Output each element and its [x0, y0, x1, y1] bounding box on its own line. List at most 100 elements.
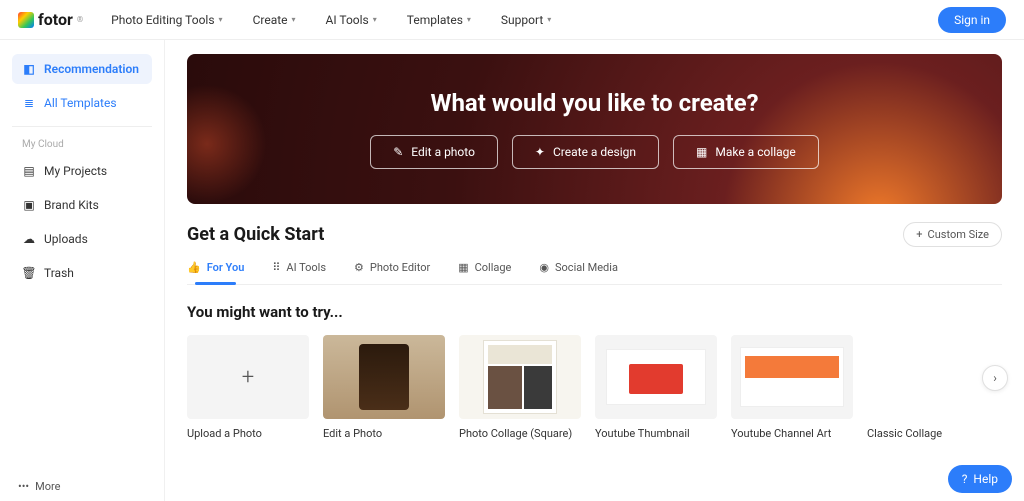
hero-banner: What would you like to create? ✎ Edit a p…	[187, 54, 1002, 204]
card-thumbnail	[731, 335, 853, 419]
create-design-button[interactable]: ✦ Create a design	[512, 135, 659, 169]
help-icon: ?	[962, 472, 968, 486]
category-tabs: 👍 For You ⠿ AI Tools ⚙ Photo Editor ▦ Collag…	[187, 261, 1002, 285]
hero-buttons: ✎ Edit a photo ✦ Create a design ▦ Make a c…	[370, 135, 819, 169]
edit-photo-button[interactable]: ✎ Edit a photo	[370, 135, 498, 169]
nav-photo-editing[interactable]: Photo Editing Tools ▾	[111, 13, 222, 27]
card-thumbnail	[459, 335, 581, 419]
card-thumbnail	[867, 335, 989, 419]
nav-support[interactable]: Support ▾	[501, 13, 551, 27]
nav-label: AI Tools	[326, 13, 369, 27]
chevron-down-icon: ▾	[373, 15, 377, 24]
tab-ai-tools[interactable]: ⠿ AI Tools	[272, 261, 326, 284]
tab-label: Photo Editor	[370, 261, 430, 274]
nav-label: Support	[501, 13, 543, 27]
card-photo-collage-square[interactable]: Photo Collage (Square)	[459, 335, 581, 440]
chevron-down-icon: ▾	[292, 15, 296, 24]
tab-label: AI Tools	[286, 261, 326, 274]
button-label: Make a collage	[715, 145, 795, 159]
card-label: Edit a Photo	[323, 427, 445, 440]
button-label: Edit a photo	[411, 145, 475, 159]
grid-dots-icon: ⠿	[272, 261, 280, 274]
thumbs-up-icon: 👍	[187, 261, 201, 274]
top-nav: fotor® Photo Editing Tools ▾ Create ▾ AI T…	[0, 0, 1024, 40]
try-section-title: You might want to try...	[187, 303, 1002, 321]
sidebar-item-label: Brand Kits	[44, 198, 99, 212]
chevron-down-icon: ▾	[467, 15, 471, 24]
plus-icon: +	[242, 365, 254, 390]
edit-icon: ✎	[393, 145, 403, 159]
sidebar-section-label: My Cloud	[12, 135, 152, 156]
logo-icon	[18, 12, 34, 28]
card-thumbnail	[595, 335, 717, 419]
card-edit-photo[interactable]: Edit a Photo	[323, 335, 445, 440]
more-label: More	[35, 480, 60, 493]
briefcase-icon: ▣	[22, 198, 36, 212]
document-icon: ▤	[22, 164, 36, 178]
nav-templates[interactable]: Templates ▾	[407, 13, 471, 27]
custom-size-button[interactable]: + Custom Size	[903, 222, 1002, 247]
sidebar-item-label: Trash	[44, 266, 74, 280]
make-collage-button[interactable]: ▦ Make a collage	[673, 135, 819, 169]
button-label: Create a design	[553, 145, 636, 159]
carousel-next-button[interactable]: ›	[982, 365, 1008, 391]
wand-icon: ✦	[535, 145, 545, 159]
button-label: Custom Size	[928, 228, 989, 241]
tab-photo-editor[interactable]: ⚙ Photo Editor	[354, 261, 430, 284]
card-label: Photo Collage (Square)	[459, 427, 581, 440]
tab-label: Collage	[475, 261, 512, 274]
nav-label: Create	[253, 13, 288, 27]
chevron-down-icon: ▾	[219, 15, 223, 24]
tab-label: Social Media	[555, 261, 618, 274]
chevron-right-icon: ›	[993, 371, 997, 385]
card-youtube-thumbnail[interactable]: Youtube Thumbnail	[595, 335, 717, 440]
divider	[12, 126, 152, 127]
chevron-down-icon: ▾	[547, 15, 551, 24]
nav-label: Photo Editing Tools	[111, 13, 214, 27]
sliders-icon: ⚙	[354, 261, 364, 274]
layers-icon: ≣	[22, 96, 36, 110]
sidebar-item-my-projects[interactable]: ▤ My Projects	[12, 156, 152, 186]
collage-icon: ▦	[458, 261, 468, 274]
sidebar: ◧ Recommendation ≣ All Templates My Clou…	[0, 40, 165, 501]
card-label: Classic Collage	[867, 427, 989, 440]
upload-icon: ☁	[22, 232, 36, 246]
tab-for-you[interactable]: 👍 For You	[187, 261, 244, 284]
card-thumbnail	[323, 335, 445, 419]
card-youtube-channel-art[interactable]: Youtube Channel Art	[731, 335, 853, 440]
quick-start-title: Get a Quick Start	[187, 224, 324, 245]
dots-icon: •••	[18, 480, 29, 493]
sidebar-item-label: All Templates	[44, 96, 117, 110]
registered-mark: ®	[77, 15, 83, 24]
hero-title: What would you like to create?	[430, 89, 758, 117]
nav-create[interactable]: Create ▾	[253, 13, 296, 27]
tab-collage[interactable]: ▦ Collage	[458, 261, 511, 284]
sidebar-item-recommendation[interactable]: ◧ Recommendation	[12, 54, 152, 84]
sidebar-item-brand-kits[interactable]: ▣ Brand Kits	[12, 190, 152, 220]
help-button[interactable]: ? Help	[948, 465, 1012, 493]
sidebar-item-trash[interactable]: 🗑 Trash	[12, 258, 152, 288]
card-thumbnail: +	[187, 335, 309, 419]
sidebar-item-label: Recommendation	[44, 62, 139, 76]
sidebar-item-label: My Projects	[44, 164, 107, 178]
plus-icon: +	[916, 228, 922, 241]
sidebar-item-uploads[interactable]: ☁ Uploads	[12, 224, 152, 254]
grid-icon: ▦	[696, 145, 707, 159]
quick-start-header: Get a Quick Start + Custom Size	[187, 222, 1002, 247]
card-upload-photo[interactable]: + Upload a Photo	[187, 335, 309, 440]
bookmark-icon: ◧	[22, 62, 36, 76]
tab-social-media[interactable]: ◉Social Media	[539, 261, 618, 284]
card-classic-collage[interactable]: Classic Collage	[867, 335, 989, 440]
sign-in-button[interactable]: Sign in	[938, 7, 1006, 33]
nav-ai-tools[interactable]: AI Tools ▾	[326, 13, 377, 27]
card-label: Youtube Thumbnail	[595, 427, 717, 440]
card-label: Upload a Photo	[187, 427, 309, 440]
tab-label: For You	[207, 261, 245, 274]
sidebar-item-all-templates[interactable]: ≣ All Templates	[12, 88, 152, 118]
logo[interactable]: fotor®	[18, 10, 83, 29]
help-label: Help	[973, 472, 998, 486]
more-button[interactable]: ••• More	[18, 480, 60, 493]
nav-label: Templates	[407, 13, 463, 27]
sidebar-item-label: Uploads	[44, 232, 88, 246]
trash-icon: 🗑	[22, 266, 36, 280]
